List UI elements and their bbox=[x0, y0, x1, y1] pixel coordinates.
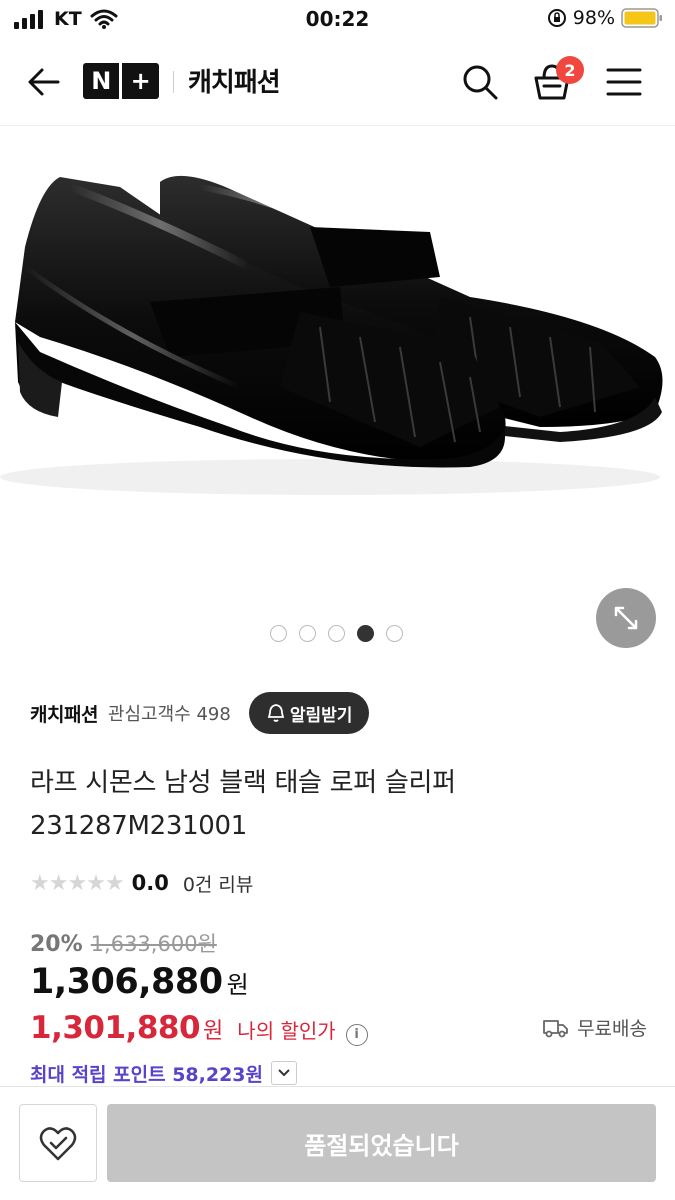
shipping-info: 무료배송 bbox=[543, 1014, 647, 1041]
nav-divider bbox=[173, 71, 174, 93]
chevron-down-icon bbox=[278, 1069, 290, 1077]
battery-percent: 98% bbox=[572, 7, 615, 29]
price-row: 1,306,880 원 bbox=[30, 962, 249, 1002]
gallery-dot[interactable] bbox=[299, 625, 316, 642]
bottom-action-bar: 품절되었습니다 bbox=[0, 1086, 675, 1200]
star-rating-icon: ★★★★★ bbox=[30, 870, 125, 896]
my-price-unit: 원 bbox=[203, 1019, 224, 1044]
gallery-dot[interactable] bbox=[386, 625, 403, 642]
discount-rate: 20% bbox=[30, 932, 83, 957]
status-bar: KT 00:22 98% bbox=[0, 0, 675, 38]
shipping-label: 무료배송 bbox=[577, 1018, 647, 1040]
gallery-dot[interactable] bbox=[328, 625, 345, 642]
search-icon[interactable] bbox=[460, 62, 500, 102]
discount-row: 20% 1,633,600원 bbox=[30, 928, 217, 958]
product-image[interactable] bbox=[0, 127, 675, 607]
rating-row[interactable]: ★★★★★ 0.0 0건 리뷰 bbox=[30, 868, 253, 898]
info-icon[interactable]: i bbox=[345, 1023, 368, 1046]
product-page: KT 00:22 98% N + 캐치패션 2 캐치패션 관심고객수 498 알… bbox=[0, 0, 675, 1200]
soldout-button[interactable]: 품절되었습니다 bbox=[107, 1104, 656, 1182]
sale-price: 1,306,880 bbox=[30, 962, 223, 1002]
store-title[interactable]: 캐치패션 bbox=[188, 62, 281, 99]
logo-n: N bbox=[91, 67, 112, 95]
points-row: 최대 적립 포인트 58,223원 bbox=[30, 1058, 298, 1088]
logo-separator bbox=[119, 63, 123, 99]
product-title: 라프 시몬스 남성 블랙 태슬 로퍼 슬리퍼 bbox=[30, 768, 456, 798]
rating-score: 0.0 bbox=[131, 871, 169, 895]
battery-icon bbox=[621, 8, 662, 28]
my-discount-price: 1,301,880 bbox=[30, 1010, 201, 1046]
status-right: 98% bbox=[547, 7, 663, 29]
cart-count-badge: 2 bbox=[556, 56, 584, 84]
original-price: 1,633,600원 bbox=[90, 932, 217, 956]
price-unit: 원 bbox=[226, 971, 249, 999]
seller-followers: 관심고객수 498 bbox=[107, 704, 231, 725]
points-expand-button[interactable] bbox=[271, 1061, 298, 1085]
rotation-lock-icon bbox=[547, 9, 566, 27]
gallery-dot[interactable] bbox=[270, 625, 287, 642]
my-price-label: 나의 할인가 bbox=[237, 1019, 336, 1043]
logo-plus: + bbox=[130, 67, 151, 95]
max-points: 최대 적립 포인트 58,223원 bbox=[30, 1063, 264, 1086]
product-code: 231287M231001 bbox=[30, 811, 248, 841]
hamburger-menu-icon[interactable] bbox=[604, 64, 644, 100]
review-count[interactable]: 0건 리뷰 bbox=[183, 870, 254, 897]
bell-plus-icon bbox=[267, 704, 284, 722]
gallery-dot[interactable] bbox=[357, 625, 374, 642]
back-arrow-icon[interactable] bbox=[24, 62, 64, 102]
gallery-pagination bbox=[270, 625, 403, 642]
wishlist-check-icon bbox=[39, 1127, 77, 1161]
wishlist-button[interactable] bbox=[19, 1104, 97, 1182]
naver-plus-logo[interactable]: N + bbox=[83, 63, 159, 99]
delivery-truck-icon bbox=[543, 1019, 568, 1037]
seller-row: 캐치패션 관심고객수 498 알림받기 bbox=[30, 692, 370, 734]
expand-image-button[interactable] bbox=[596, 588, 656, 648]
seller-name[interactable]: 캐치패션 bbox=[30, 700, 98, 727]
alarm-button[interactable]: 알림받기 bbox=[248, 692, 370, 734]
my-price-row: 1,301,880 원 나의 할인가 i bbox=[30, 1010, 368, 1046]
top-nav: N + 캐치패션 2 bbox=[0, 38, 675, 126]
expand-arrows-icon bbox=[614, 606, 638, 630]
alarm-label: 알림받기 bbox=[289, 705, 353, 726]
